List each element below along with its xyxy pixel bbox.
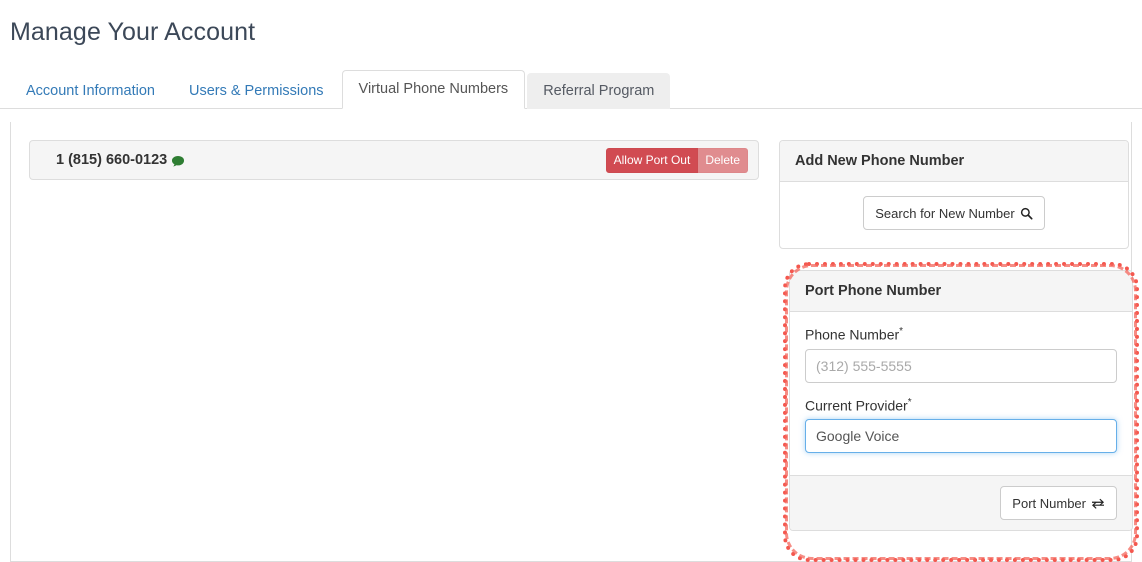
- add-new-phone-number-body: Search for New Number: [780, 182, 1128, 248]
- tab-label: Account Information: [26, 82, 155, 99]
- search-button-wrap: Search for New Number: [795, 196, 1113, 231]
- phone-number-label: 1 (815) 660-0123: [56, 152, 185, 168]
- phone-number-actions: Allow Port Out Delete: [605, 147, 748, 173]
- content-columns: 1 (815) 660-0123 Allow Port Out Delete A…: [11, 122, 1131, 250]
- tabs-nav: Account Information Users & Permissions …: [0, 69, 1142, 110]
- port-phone-number-wrap: Port Phone Number Phone Number* Current …: [783, 262, 1139, 562]
- phone-number-value: 1 (815) 660-0123: [56, 152, 168, 168]
- tab-content-panel: 1 (815) 660-0123 Allow Port Out Delete A…: [10, 122, 1139, 562]
- tab-referral-program[interactable]: Referral Program: [527, 72, 671, 109]
- port-phone-number-footer: Port Number: [790, 475, 1132, 530]
- phone-number-label-text: Phone Number: [805, 326, 900, 343]
- delete-number-button[interactable]: Delete: [698, 147, 748, 173]
- current-provider-input[interactable]: [805, 419, 1117, 454]
- current-provider-label-text: Current Provider: [805, 397, 908, 414]
- tab-users-permissions[interactable]: Users & Permissions: [173, 73, 340, 110]
- port-phone-number-panel: Port Phone Number Phone Number* Current …: [789, 270, 1133, 531]
- right-sidebar: Add New Phone Number Search for New Numb…: [779, 140, 1129, 250]
- port-phone-number-body: Phone Number* Current Provider*: [790, 312, 1132, 475]
- tab-label: Referral Program: [543, 82, 655, 99]
- add-new-phone-number-panel: Add New Phone Number Search for New Numb…: [779, 140, 1129, 250]
- phone-number-input[interactable]: [805, 348, 1117, 383]
- port-phone-number-heading: Port Phone Number: [790, 271, 1132, 312]
- phone-number-field-label: Phone Number*: [805, 326, 1117, 343]
- current-provider-form-group: Current Provider*: [805, 397, 1117, 454]
- allow-port-out-button[interactable]: Allow Port Out: [605, 147, 699, 173]
- current-provider-field-label: Current Provider*: [805, 397, 1117, 414]
- phone-number-row[interactable]: 1 (815) 660-0123 Allow Port Out Delete: [29, 140, 759, 180]
- port-number-button[interactable]: Port Number: [1000, 486, 1117, 520]
- comment-icon: [171, 153, 185, 168]
- phone-numbers-list: 1 (815) 660-0123 Allow Port Out Delete: [29, 140, 759, 249]
- tab-account-information[interactable]: Account Information: [10, 73, 171, 110]
- search-icon: [1020, 206, 1033, 220]
- tab-label: Users & Permissions: [188, 82, 324, 99]
- search-for-new-number-button[interactable]: Search for New Number: [863, 196, 1045, 231]
- exchange-icon: [1091, 496, 1105, 510]
- page-title: Manage Your Account: [10, 18, 256, 46]
- phone-number-form-group: Phone Number*: [805, 326, 1117, 383]
- add-new-phone-number-heading: Add New Phone Number: [780, 141, 1128, 182]
- required-marker: *: [907, 396, 912, 408]
- tab-label: Virtual Phone Numbers: [358, 80, 509, 97]
- tab-virtual-phone-numbers[interactable]: Virtual Phone Numbers: [341, 69, 526, 109]
- search-button-label: Search for New Number: [875, 205, 1015, 221]
- required-marker: *: [899, 326, 904, 337]
- port-number-button-label: Port Number: [1012, 495, 1086, 511]
